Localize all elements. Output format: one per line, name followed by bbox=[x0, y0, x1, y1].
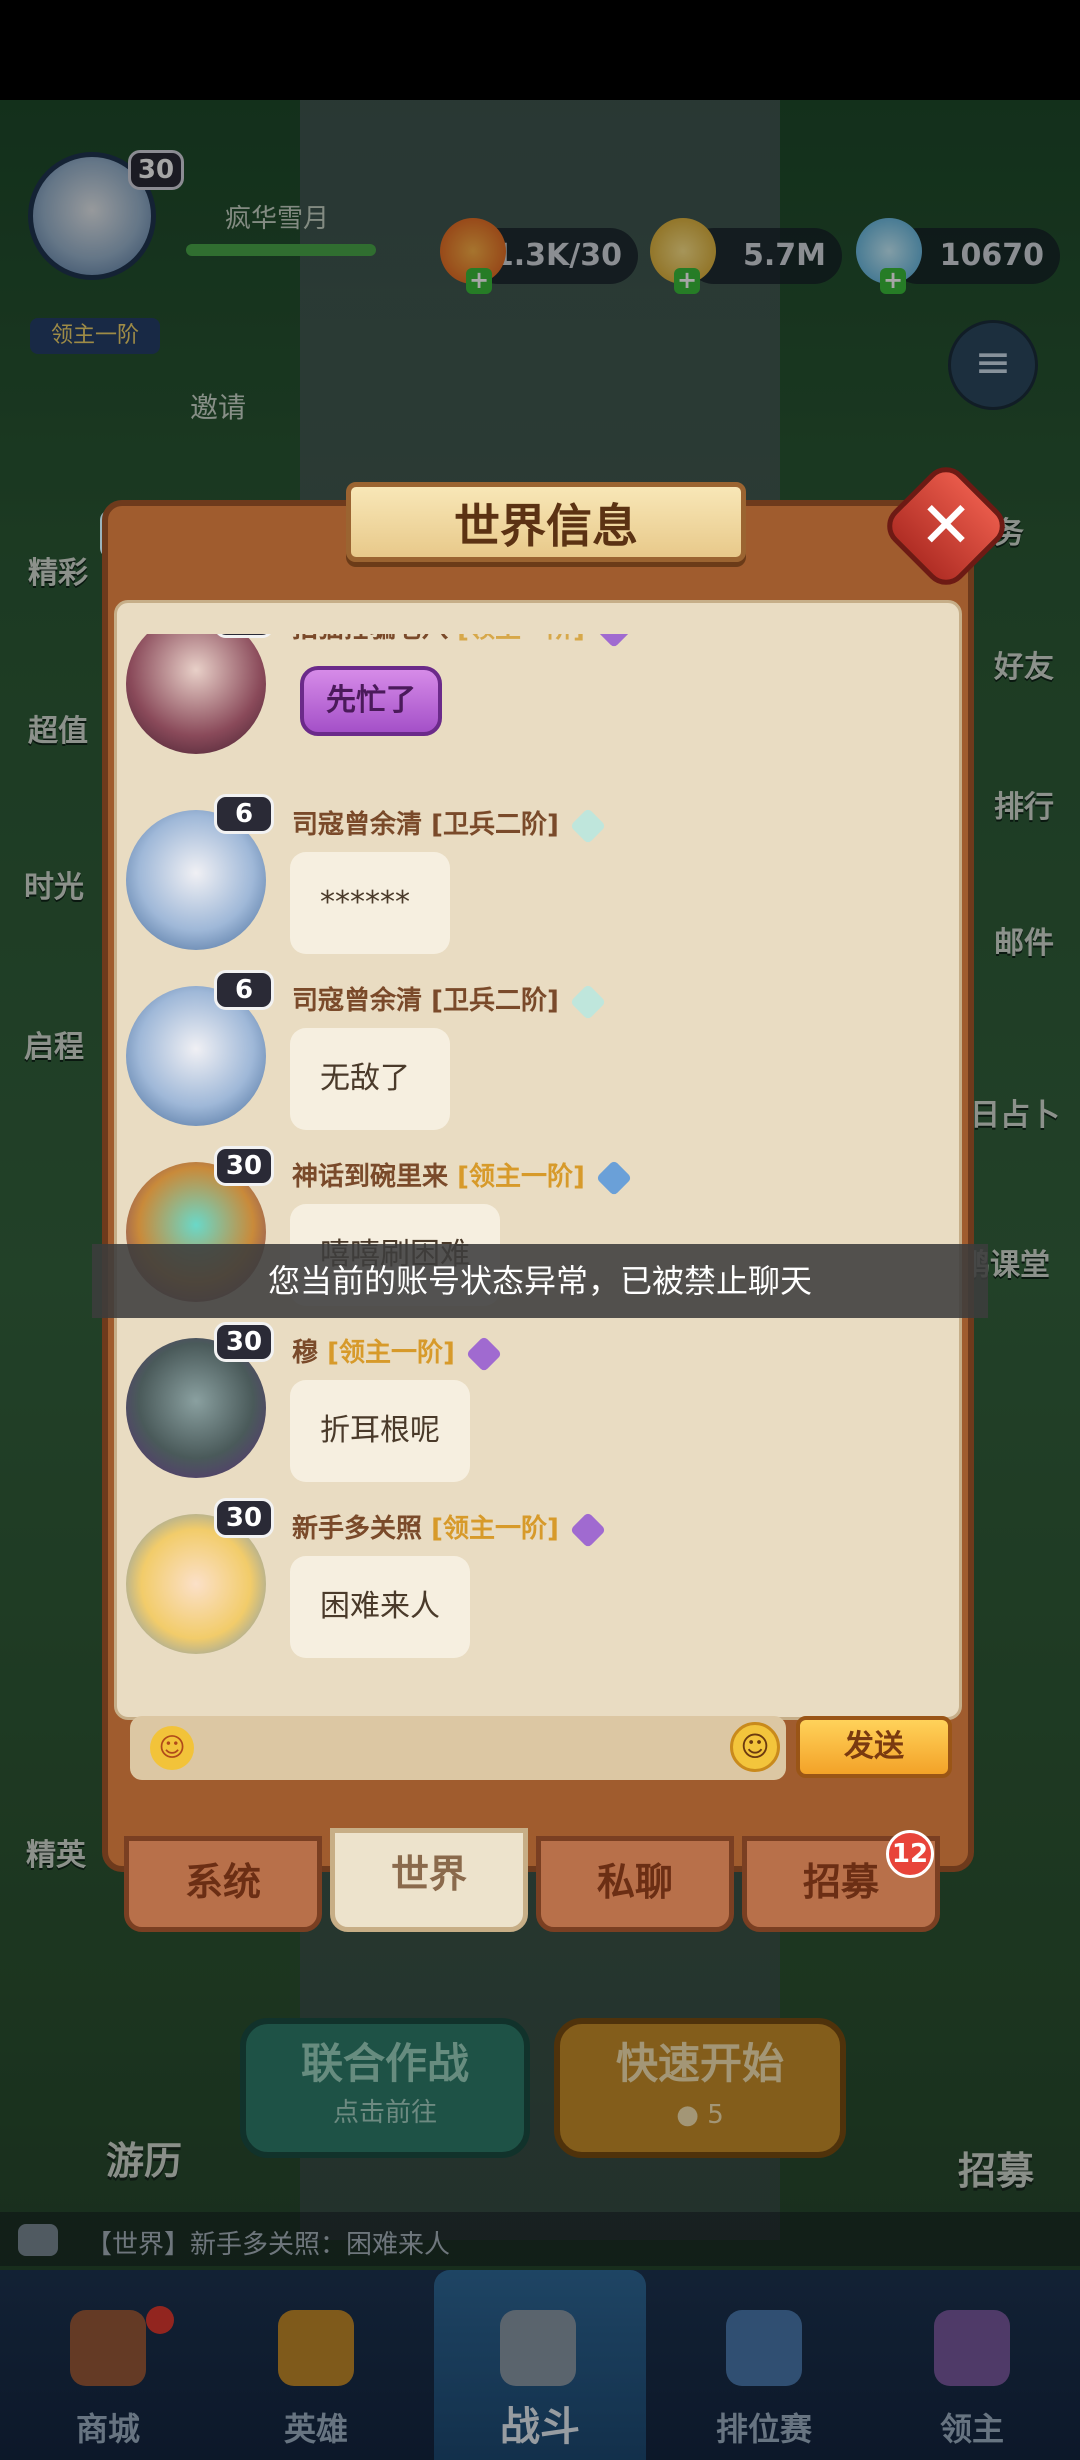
rank-gem-icon bbox=[569, 983, 607, 1020]
rank-gem-icon bbox=[465, 1335, 503, 1372]
sender-name: 司寇曾余清 bbox=[292, 986, 423, 1016]
sender-name: 穆 bbox=[292, 1338, 319, 1368]
tab-system[interactable]: 系统 bbox=[124, 1836, 322, 1932]
message-bubble: 无敌了 bbox=[290, 1028, 450, 1130]
message-level-badge: 30 bbox=[214, 634, 274, 638]
chat-message: 30 新手多关照 [领主一阶] 困难来人 bbox=[114, 1498, 962, 1674]
sender-rank: [领主一阶] bbox=[327, 1338, 455, 1368]
dialog-title: 世界信息 bbox=[454, 499, 638, 553]
tab-world[interactable]: 世界 bbox=[330, 1828, 528, 1932]
message-bubble: 折耳根呢 bbox=[290, 1380, 470, 1482]
send-button[interactable]: 发送 bbox=[796, 1716, 952, 1778]
message-sender[interactable]: 神话到碗里来 [领主一阶] bbox=[292, 1156, 633, 1196]
rank-gem-icon bbox=[595, 1159, 633, 1196]
message-sender[interactable]: 司寇曾余清 [卫兵二阶] bbox=[292, 804, 607, 844]
chat-input[interactable] bbox=[206, 1722, 716, 1774]
rank-gem-icon bbox=[569, 1511, 607, 1548]
chat-message: 30 拍猫捶骗老八 [领主一阶] 先忙了 bbox=[114, 634, 962, 774]
message-bubble: ****** bbox=[290, 852, 450, 954]
sender-name: 拍猫捶骗老八 bbox=[292, 634, 448, 644]
sender-name: 新手多关照 bbox=[292, 1514, 423, 1544]
message-level-badge: 30 bbox=[214, 1322, 274, 1362]
message-sender[interactable]: 司寇曾余清 [卫兵二阶] bbox=[292, 980, 607, 1020]
chat-message: 30 穆 [领主一阶] 折耳根呢 bbox=[114, 1322, 962, 1498]
recruit-count-badge: 12 bbox=[886, 1830, 934, 1878]
message-sender[interactable]: 穆 [领主一阶] bbox=[292, 1332, 503, 1372]
sender-rank: [领主一阶] bbox=[431, 1514, 559, 1544]
chat-message: 6 司寇曾余清 [卫兵二阶] 无敌了 bbox=[114, 970, 962, 1146]
knight-avatar-icon[interactable] bbox=[126, 634, 266, 754]
sender-rank: [领主一阶] bbox=[457, 634, 585, 644]
sender-rank: [卫兵二阶] bbox=[431, 986, 559, 1016]
chat-banned-toast: 您当前的账号状态异常，已被禁止聊天 bbox=[92, 1244, 988, 1318]
tab-private[interactable]: 私聊 bbox=[536, 1836, 734, 1932]
rank-gem-icon bbox=[569, 807, 607, 844]
sender-rank: [卫兵二阶] bbox=[431, 810, 559, 840]
message-sender[interactable]: 拍猫捶骗老八 [领主一阶] bbox=[292, 634, 633, 648]
message-level-badge: 30 bbox=[214, 1146, 274, 1186]
message-bubble: 困难来人 bbox=[290, 1556, 470, 1658]
message-level-badge: 6 bbox=[214, 970, 274, 1010]
close-icon[interactable]: ✕ bbox=[898, 478, 994, 574]
sticker-icon[interactable]: ☺ bbox=[150, 1726, 194, 1770]
sender-rank: [领主一阶] bbox=[457, 1162, 585, 1192]
message-level-badge: 6 bbox=[214, 794, 274, 834]
chat-message-list[interactable]: 30 拍猫捶骗老八 [领主一阶] 先忙了 6 司寇曾余清 [卫兵二阶] ****… bbox=[114, 634, 962, 1694]
emoji-icon[interactable]: ☺ bbox=[730, 1722, 780, 1772]
status-bar bbox=[0, 0, 1080, 100]
sender-name: 司寇曾余清 bbox=[292, 810, 423, 840]
message-sender[interactable]: 新手多关照 [领主一阶] bbox=[292, 1508, 607, 1548]
chat-message: 6 司寇曾余清 [卫兵二阶] ****** bbox=[114, 794, 962, 970]
rank-gem-icon bbox=[595, 634, 633, 648]
message-bubble: 先忙了 bbox=[300, 666, 442, 736]
sender-name: 神话到碗里来 bbox=[292, 1162, 449, 1192]
message-level-badge: 30 bbox=[214, 1498, 274, 1538]
